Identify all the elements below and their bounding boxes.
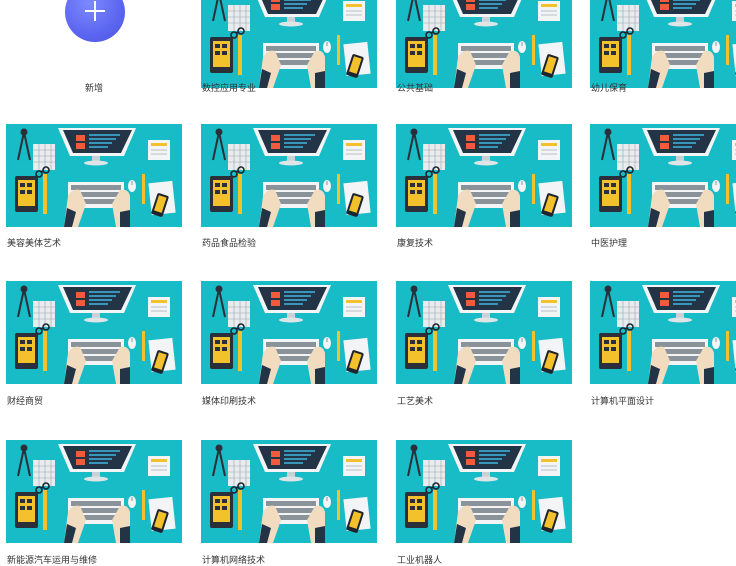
course-thumbnail [396, 281, 572, 384]
course-thumbnail [201, 0, 377, 88]
course-name: 财经商贸 [7, 397, 44, 407]
course-name: 媒体印刷技术 [202, 397, 257, 407]
course-name: 公共基础 [397, 84, 434, 94]
course-name: 中医护理 [591, 239, 628, 249]
course-thumbnail [6, 124, 182, 227]
course-name: 数控应用专业 [202, 84, 257, 94]
course-thumbnail [396, 0, 572, 88]
course-name: 工艺美术 [397, 397, 434, 407]
course-thumbnail [590, 0, 736, 88]
course-thumbnail [201, 440, 377, 543]
course-thumbnail [396, 440, 572, 543]
add-button[interactable] [65, 0, 125, 42]
course-name: 康复技术 [397, 239, 434, 249]
course-name: 计算机网络技术 [202, 556, 266, 566]
course-thumbnail [396, 124, 572, 227]
course-name: 幼儿保育 [591, 84, 628, 94]
course-thumbnail [6, 440, 182, 543]
course-thumbnail [590, 281, 736, 384]
course-thumbnail [590, 124, 736, 227]
course-thumbnail [6, 281, 182, 384]
course-name: 工业机器人 [397, 556, 443, 566]
add-label: 新增 [84, 84, 103, 94]
course-name: 新能源汽车运用与维修 [7, 556, 98, 566]
course-thumbnail [201, 281, 377, 384]
course-name: 美容美体艺术 [7, 239, 62, 249]
add-course-tile[interactable]: 新增 [6, 0, 182, 100]
course-name: 计算机平面设计 [591, 397, 655, 407]
course-thumbnail [201, 124, 377, 227]
course-name: 药品食品检验 [202, 239, 257, 249]
